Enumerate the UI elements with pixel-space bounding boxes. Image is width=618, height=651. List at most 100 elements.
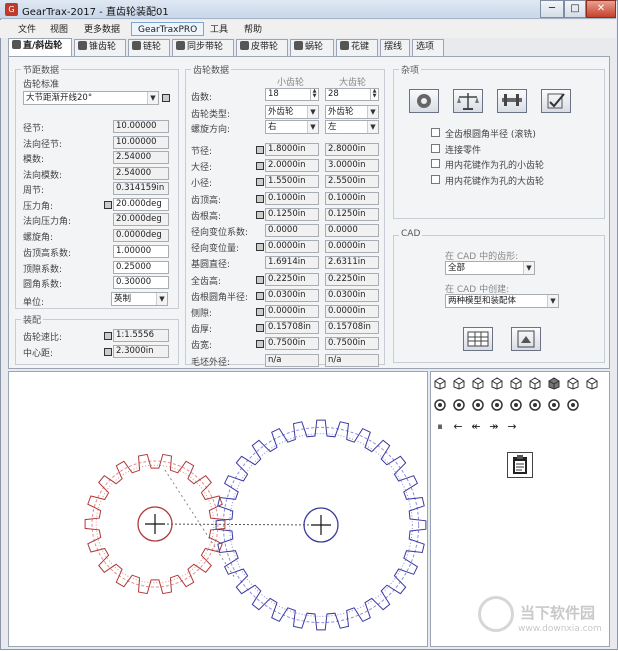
gear-row-lock[interactable] xyxy=(256,340,264,349)
pinion-type-select[interactable]: 外齿轮 ▼ xyxy=(265,105,319,119)
center-distance-lock[interactable] xyxy=(104,348,112,356)
gear-value[interactable]: 0.0000 xyxy=(325,224,379,237)
pitch-row-value[interactable]: 2.54000 xyxy=(113,166,169,180)
tab-options[interactable]: 选项 xyxy=(412,39,444,56)
pinion-value[interactable]: 0.0300in xyxy=(265,288,319,302)
gear-pair-icon[interactable] xyxy=(547,398,561,412)
gear-value[interactable]: 3.0000in xyxy=(325,159,379,173)
back-view-icon[interactable] xyxy=(471,376,485,390)
pitch-row-value[interactable]: 10.00000 xyxy=(113,135,169,149)
coefficient-row-value[interactable]: 0.25000 xyxy=(113,260,169,274)
menu-more-data[interactable]: 更多数据 xyxy=(78,23,126,37)
coefficient-row-value[interactable]: 1.00000 xyxy=(113,245,169,258)
menu-tools[interactable]: 工具 xyxy=(204,23,234,37)
target-icon[interactable] xyxy=(528,398,542,412)
pinion-value[interactable]: 1.6914in xyxy=(265,256,319,270)
minimize-button[interactable]: ─ xyxy=(540,0,564,18)
left-view-icon[interactable] xyxy=(490,376,504,390)
close-button[interactable]: ✕ xyxy=(586,0,616,18)
gear-value[interactable]: 2.8000in xyxy=(325,143,379,156)
tab-worm[interactable]: 蜗轮 xyxy=(290,39,334,56)
gear-value[interactable]: n/a xyxy=(325,353,379,367)
gear-value[interactable]: 0.0000in xyxy=(325,305,379,318)
tab-sprocket[interactable]: 链轮 xyxy=(128,39,170,56)
fast-forward-icon[interactable]: ↠ xyxy=(487,420,501,434)
gear-row-lock[interactable] xyxy=(256,291,264,300)
gear-drawing-canvas[interactable] xyxy=(8,371,428,647)
zoom-fit-icon[interactable] xyxy=(433,398,447,412)
ratio-field[interactable]: 1:1.5556 xyxy=(113,329,169,342)
unit-select[interactable]: 英制 ▼ xyxy=(111,292,168,306)
gear-value[interactable]: 2.6311in xyxy=(325,256,379,270)
caliper-button[interactable] xyxy=(497,89,527,113)
spinner-arrows-icon[interactable]: ▲ ▼ xyxy=(310,89,318,100)
option-checkbox[interactable] xyxy=(431,159,440,168)
pitch-row-value[interactable]: 20.000deg xyxy=(113,197,169,211)
gear-row-lock[interactable] xyxy=(256,324,264,333)
fast-back-icon[interactable]: ↞ xyxy=(469,420,483,434)
pinion-value[interactable]: n/a xyxy=(265,353,319,367)
gear-value[interactable]: 0.2250in xyxy=(325,272,379,286)
gear-value[interactable]: 0.1000in xyxy=(325,191,379,205)
rotate-view-icon[interactable] xyxy=(566,376,580,390)
check-button[interactable] xyxy=(541,89,571,113)
gear-value[interactable]: 2.5500in xyxy=(325,175,379,189)
menu-file[interactable]: 文件 xyxy=(12,23,42,37)
option-checkbox[interactable] xyxy=(431,143,440,153)
ratio-lock[interactable] xyxy=(104,332,112,340)
gear-row-lock[interactable] xyxy=(256,162,264,171)
pinion-value[interactable]: 0.0000in xyxy=(265,240,319,254)
pressure-angle-lock[interactable] xyxy=(104,200,112,209)
pinion-value[interactable]: 0.1000in xyxy=(265,191,319,205)
pinion-value[interactable]: 0.0000 xyxy=(265,224,319,237)
pinion-value[interactable]: 0.7500in xyxy=(265,337,319,351)
pinion-value[interactable]: 2.0000in xyxy=(265,159,319,173)
gear-value[interactable]: 0.7500in xyxy=(325,337,379,351)
pinion-value[interactable]: 1.8000in xyxy=(265,143,319,156)
tab-cycloid[interactable]: 摆线 xyxy=(380,39,410,56)
gear-type-select[interactable]: 外齿轮 ▼ xyxy=(325,105,379,119)
pitch-row-value[interactable]: 0.314159in xyxy=(113,182,169,195)
step-forward-icon[interactable]: → xyxy=(505,420,519,434)
balance-button[interactable] xyxy=(453,89,483,113)
pinion-teeth-input[interactable]: 18 ▲ ▼ xyxy=(265,88,319,101)
pitch-row-value[interactable]: 2.54000 xyxy=(113,151,169,164)
cad-export-button[interactable] xyxy=(511,327,541,351)
refresh-icon[interactable] xyxy=(490,398,504,412)
tab-belt-pulley[interactable]: 皮带轮 xyxy=(236,39,288,56)
pause-icon[interactable]: ⏸ xyxy=(433,420,447,434)
standard-toggle[interactable] xyxy=(162,94,170,102)
table-button[interactable] xyxy=(463,327,493,351)
option-checkbox[interactable] xyxy=(431,128,440,137)
timer-icon[interactable] xyxy=(452,398,466,412)
option-checkbox[interactable] xyxy=(431,174,440,184)
pitch-row-value[interactable]: 10.00000 xyxy=(113,120,169,133)
gear-rotate-icon[interactable] xyxy=(509,398,523,412)
tab-bevel[interactable]: 锥齿轮 xyxy=(74,39,126,56)
coefficient-row-value[interactable]: 0.30000 xyxy=(113,276,169,289)
menu-help[interactable]: 帮助 xyxy=(238,23,268,37)
pinion-value[interactable]: 0.0000in xyxy=(265,305,319,318)
mesh-icon[interactable] xyxy=(566,398,580,412)
pinion-value[interactable]: 0.15708in xyxy=(265,321,319,335)
gear-row-lock[interactable] xyxy=(256,308,264,316)
pinion-value[interactable]: 0.1250in xyxy=(265,207,319,221)
right-view-icon[interactable] xyxy=(509,376,523,390)
gear-row-lock[interactable] xyxy=(256,275,264,284)
clipboard-button[interactable] xyxy=(507,452,533,478)
pitch-row-value[interactable]: 20.000deg xyxy=(113,213,169,226)
step-back-icon[interactable]: ← xyxy=(451,420,465,434)
gear-value[interactable]: 0.0300in xyxy=(325,288,379,302)
cad-profile-select[interactable]: 全部 ▼ xyxy=(445,261,535,275)
gear-standard-select[interactable]: 大节距渐开线20° ▼ xyxy=(23,91,159,105)
cad-create-select[interactable]: 两种模型和装配体 ▼ xyxy=(445,294,559,308)
pinion-hand-select[interactable]: 右 ▼ xyxy=(265,120,319,134)
menu-view[interactable]: 视图 xyxy=(44,23,74,37)
gear-hand-select[interactable]: 左 ▼ xyxy=(325,120,379,134)
top-view-icon[interactable] xyxy=(528,376,542,390)
gear-row-lock[interactable] xyxy=(256,210,264,219)
pinion-value[interactable]: 1.5500in xyxy=(265,175,319,189)
gear-teeth-input[interactable]: 28 ▲ ▼ xyxy=(325,88,379,101)
gear-row-lock[interactable] xyxy=(256,243,264,252)
tab-spur-helical[interactable]: 直/斜齿轮 xyxy=(8,38,72,57)
